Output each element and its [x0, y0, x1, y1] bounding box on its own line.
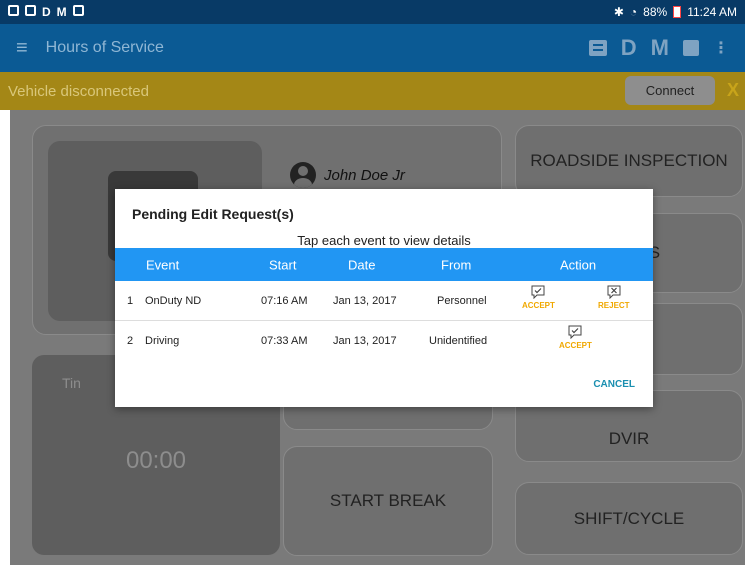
table-row[interactable]: 2 Driving 07:33 AM Jan 13, 2017 Unidenti… — [115, 321, 653, 361]
row-date: Jan 13, 2017 — [333, 335, 397, 347]
pending-edit-dialog: Pending Edit Request(s) Tap each event t… — [115, 189, 653, 407]
row-number: 2 — [127, 335, 134, 347]
row-event: Driving — [145, 335, 180, 347]
row-from: Personnel — [437, 294, 487, 307]
row-from: Unidentified — [429, 335, 488, 347]
row-start: 07:33 AM — [261, 335, 308, 347]
accept-icon — [531, 285, 545, 299]
header-action: Action — [560, 257, 597, 272]
header-from: From — [441, 257, 472, 272]
row-number: 1 — [127, 294, 134, 307]
header-event: Event — [146, 257, 180, 272]
dialog-title: Pending Edit Request(s) — [132, 206, 294, 222]
header-date: Date — [348, 257, 376, 272]
dialog-subtitle: Tap each event to view details — [297, 233, 471, 248]
cancel-button[interactable]: CANCEL — [593, 379, 635, 390]
row-start: 07:16 AM — [261, 294, 308, 307]
header-start: Start — [269, 257, 297, 272]
accept-icon — [568, 325, 582, 339]
row-date: Jan 13, 2017 — [333, 294, 397, 307]
row-event: OnDuty ND — [145, 294, 202, 307]
table-row[interactable]: 1 OnDuty ND 07:16 AM Jan 13, 2017 Person… — [115, 281, 653, 321]
reject-label: REJECT — [598, 301, 630, 310]
reject-icon — [607, 285, 621, 299]
reject-button[interactable]: REJECT — [598, 285, 630, 310]
accept-label: ACCEPT — [559, 341, 592, 350]
accept-button[interactable]: ACCEPT — [522, 285, 555, 310]
table-header: Event Start Date From Action — [115, 248, 653, 281]
accept-label: ACCEPT — [522, 301, 555, 310]
accept-button[interactable]: ACCEPT — [559, 325, 592, 350]
